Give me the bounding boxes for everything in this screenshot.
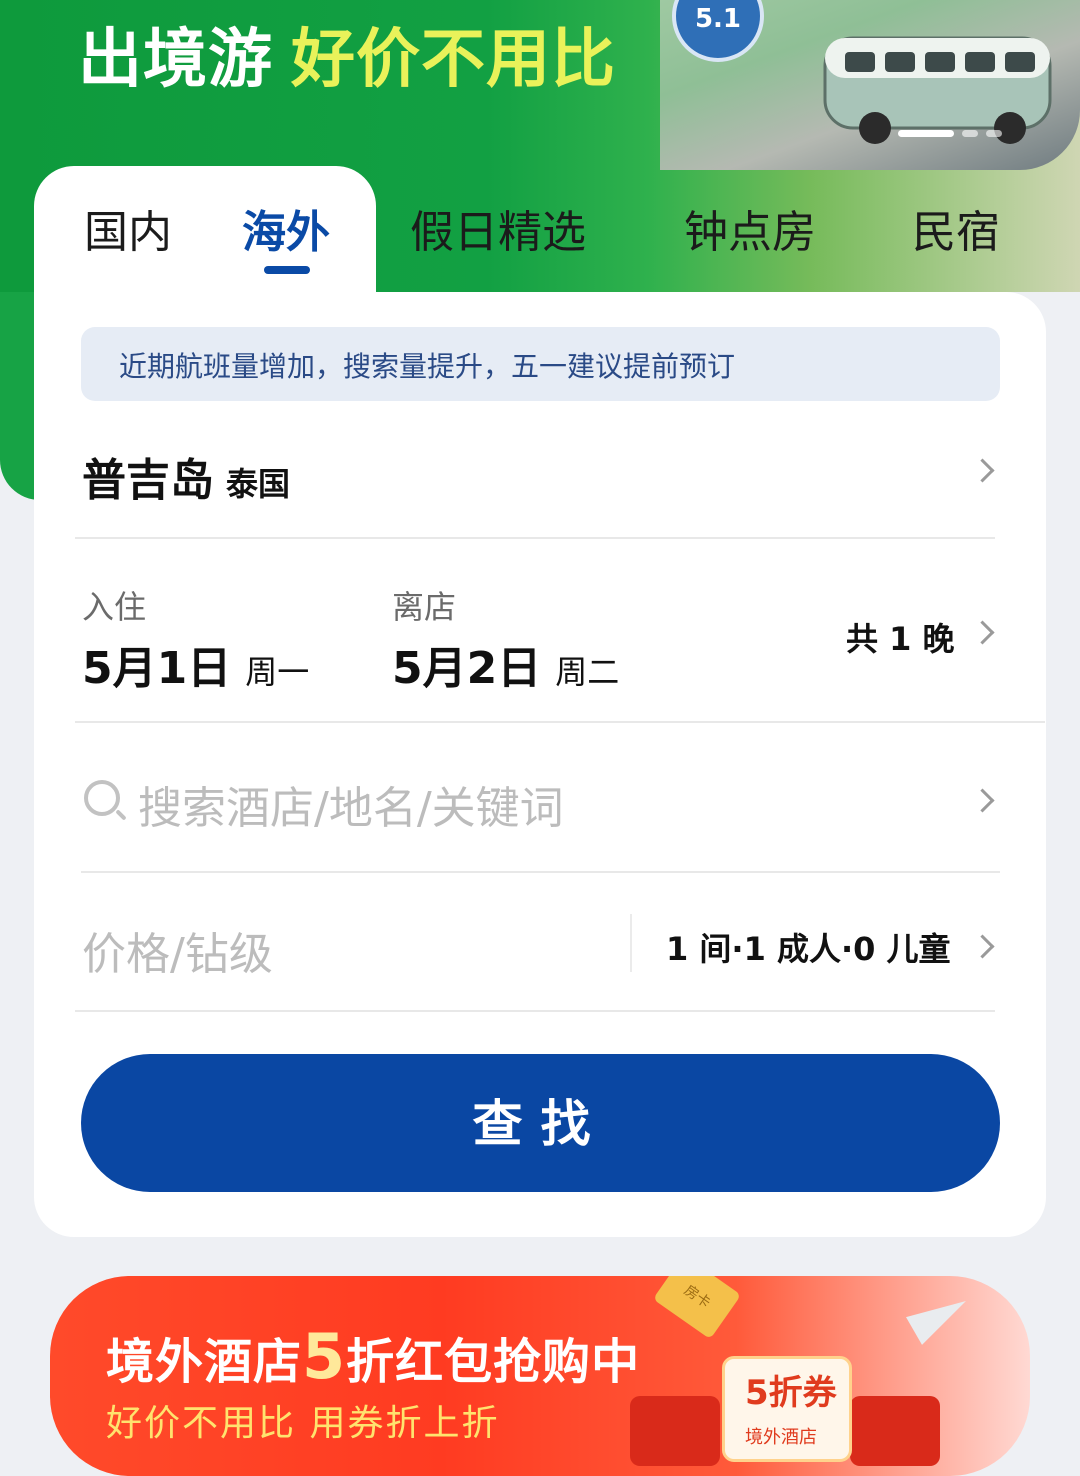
vertical-divider [630,914,632,972]
promo-title-pre: 境外酒店 [106,1334,303,1390]
checkout-date: 5月2日 [392,643,542,694]
tab-domestic[interactable]: 国内 [84,196,172,260]
divider [75,1010,995,1012]
carousel-dot [962,130,978,137]
room-card-icon: 房卡 [652,1276,742,1340]
red-envelope-icon [630,1396,720,1466]
coupon-scope: 境外酒店 [745,1427,817,1448]
promo-title-number: 5 [302,1320,347,1393]
destination-selector[interactable]: 普吉岛 泰国 [82,444,290,508]
rooms-guests-selector[interactable]: 1 间·1 成人·0 儿童 [666,924,951,970]
banner-title: 出境游 好价不用比 [78,8,616,100]
active-tab-indicator [264,266,310,274]
promo-title-post: 折红包抢购中 [346,1334,641,1390]
hotel-type-tabs: 国内 海外 假日精选 钟点房 民宿 [0,196,1080,276]
tab-overseas[interactable]: 海外 [242,196,330,260]
banner-title-highlight: 好价不用比 [291,23,616,97]
coupon-value: 5折券 [745,1373,837,1413]
checkin-weekday: 周一 [245,653,310,691]
red-envelope-icon [850,1396,940,1466]
tab-homestay[interactable]: 民宿 [912,196,1000,260]
destination-city: 普吉岛 [82,455,214,506]
checkout-weekday: 周二 [555,653,620,691]
search-icon [84,780,120,816]
promo-title: 境外酒店5折红包抢购中 [106,1320,640,1393]
carousel-dot-active [898,130,954,137]
carousel-dot [986,130,1002,137]
divider [81,871,1000,873]
tab-hourly-room[interactable]: 钟点房 [684,196,816,260]
divider [75,721,1045,723]
promo-subtitle: 好价不用比 用券折上折 [106,1403,500,1444]
destination-country: 泰国 [226,465,291,503]
nights-count[interactable]: 共 1 晚 [846,614,955,660]
discount-coupon: 5折券 境外酒店 [722,1356,852,1462]
checkout-date-selector[interactable]: 5月2日 周二 [392,632,619,696]
paper-plane-icon [906,1287,974,1345]
notice-bar: 近期航班量增加，搜索量提升，五一建议提前预订 [81,327,1000,401]
checkin-label: 入住 [82,588,147,626]
notice-text: 近期航班量增加，搜索量提升，五一建议提前预订 [119,350,736,383]
price-star-filter[interactable]: 价格/钻级 [82,918,273,982]
checkout-label: 离店 [392,588,457,626]
search-input[interactable]: 搜索酒店/地名/关键词 [138,772,564,836]
checkin-date: 5月1日 [82,643,232,694]
promo-coupon-banner[interactable]: 境外酒店5折红包抢购中 好价不用比 用券折上折 房卡 5折券 境外酒店 [50,1276,1030,1476]
tab-holiday-selection[interactable]: 假日精选 [410,196,586,260]
search-button[interactable]: 查找 [81,1054,1000,1192]
banner-title-main: 出境游 [78,23,273,97]
banner-carousel-indicator [898,130,1002,137]
divider [75,537,995,539]
checkin-date-selector[interactable]: 5月1日 周一 [82,632,309,696]
van-illustration [823,36,1052,144]
